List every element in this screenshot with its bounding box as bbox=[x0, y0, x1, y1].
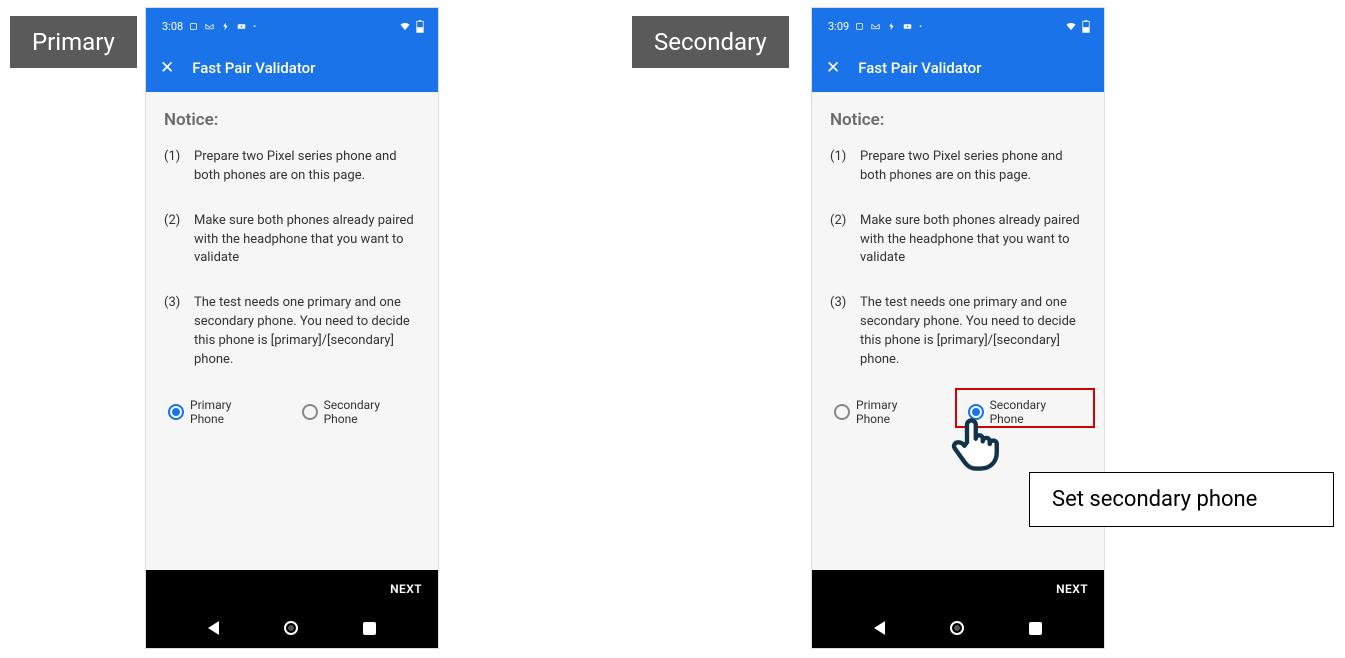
step-3: (3) The test needs one primary and one s… bbox=[830, 294, 1086, 369]
step-1: (1) Prepare two Pixel series phone and b… bbox=[830, 148, 1086, 186]
wifi-icon bbox=[1064, 21, 1078, 32]
app-bar: ✕ Fast Pair Validator bbox=[146, 44, 438, 92]
content: Notice: (1) Prepare two Pixel series pho… bbox=[146, 92, 438, 428]
radio-icon-unselected bbox=[302, 404, 318, 420]
wifi-icon bbox=[398, 21, 412, 32]
step-num: (1) bbox=[830, 148, 850, 186]
nav-recent-icon[interactable] bbox=[363, 622, 376, 635]
radio-group: Primary Phone Secondary Phone bbox=[164, 396, 420, 428]
radio-secondary-phone[interactable]: Secondary Phone bbox=[298, 396, 420, 428]
status-notif-icons: • bbox=[855, 22, 924, 31]
next-button[interactable]: NEXT bbox=[1056, 582, 1088, 596]
radio-primary-phone[interactable]: Primary Phone bbox=[830, 396, 938, 428]
tag-primary: Primary bbox=[10, 16, 137, 68]
step-text: The test needs one primary and one secon… bbox=[860, 294, 1086, 369]
step-1: (1) Prepare two Pixel series phone and b… bbox=[164, 148, 420, 186]
close-icon[interactable]: ✕ bbox=[160, 60, 174, 77]
step-2: (2) Make sure both phones already paired… bbox=[164, 212, 420, 269]
content: Notice: (1) Prepare two Pixel series pho… bbox=[812, 92, 1104, 428]
app-title: Fast Pair Validator bbox=[858, 59, 981, 77]
radio-secondary-label: Secondary Phone bbox=[990, 398, 1082, 426]
step-text: Prepare two Pixel series phone and both … bbox=[194, 148, 420, 186]
step-num: (3) bbox=[830, 294, 850, 369]
nav-home-icon[interactable] bbox=[950, 621, 964, 635]
phone-primary: 3:08 • ✕ Fast Pair Validator Notice: (1)… bbox=[146, 8, 438, 648]
app-bar: ✕ Fast Pair Validator bbox=[812, 44, 1104, 92]
battery-icon bbox=[1082, 20, 1090, 33]
radio-icon-unselected bbox=[834, 404, 850, 420]
step-text: Prepare two Pixel series phone and both … bbox=[860, 148, 1086, 186]
radio-secondary-phone[interactable]: Secondary Phone bbox=[964, 396, 1086, 428]
battery-icon bbox=[416, 20, 424, 33]
step-num: (2) bbox=[830, 212, 850, 269]
tag-secondary: Secondary bbox=[632, 16, 789, 68]
status-bar: 3:09 • bbox=[812, 8, 1104, 44]
bottom-bar: NEXT bbox=[146, 570, 438, 648]
callout-text: Set secondary phone bbox=[1052, 487, 1257, 512]
step-num: (1) bbox=[164, 148, 184, 186]
step-text: Make sure both phones already paired wit… bbox=[860, 212, 1086, 269]
radio-secondary-label: Secondary Phone bbox=[324, 398, 416, 426]
radio-icon-selected bbox=[168, 404, 184, 420]
status-time: 3:09 bbox=[828, 20, 849, 33]
nav-recent-icon[interactable] bbox=[1029, 622, 1042, 635]
tag-secondary-label: Secondary bbox=[654, 28, 767, 56]
step-3: (3) The test needs one primary and one s… bbox=[164, 294, 420, 369]
phone-secondary: 3:09 • ✕ Fast Pair Validator Notice: (1)… bbox=[812, 8, 1104, 648]
nav-home-icon[interactable] bbox=[284, 621, 298, 635]
bottom-bar: NEXT bbox=[812, 570, 1104, 648]
notice-heading: Notice: bbox=[164, 110, 420, 130]
step-text: Make sure both phones already paired wit… bbox=[194, 212, 420, 269]
step-2: (2) Make sure both phones already paired… bbox=[830, 212, 1086, 269]
close-icon[interactable]: ✕ bbox=[826, 60, 840, 77]
next-button[interactable]: NEXT bbox=[390, 582, 422, 596]
tag-primary-label: Primary bbox=[32, 28, 115, 56]
status-notif-icons: • bbox=[189, 22, 258, 31]
radio-primary-phone[interactable]: Primary Phone bbox=[164, 396, 272, 428]
radio-primary-label: Primary Phone bbox=[856, 398, 934, 426]
radio-group: Primary Phone Secondary Phone bbox=[830, 396, 1086, 428]
nav-back-icon[interactable] bbox=[208, 621, 219, 635]
nav-back-icon[interactable] bbox=[874, 621, 885, 635]
status-time: 3:08 bbox=[162, 20, 183, 33]
step-text: The test needs one primary and one secon… bbox=[194, 294, 420, 369]
status-bar: 3:08 • bbox=[146, 8, 438, 44]
radio-icon-selected bbox=[968, 404, 984, 420]
radio-primary-label: Primary Phone bbox=[190, 398, 268, 426]
callout-set-secondary: Set secondary phone bbox=[1029, 472, 1334, 527]
app-title: Fast Pair Validator bbox=[192, 59, 315, 77]
notice-heading: Notice: bbox=[830, 110, 1086, 130]
step-num: (3) bbox=[164, 294, 184, 369]
step-num: (2) bbox=[164, 212, 184, 269]
